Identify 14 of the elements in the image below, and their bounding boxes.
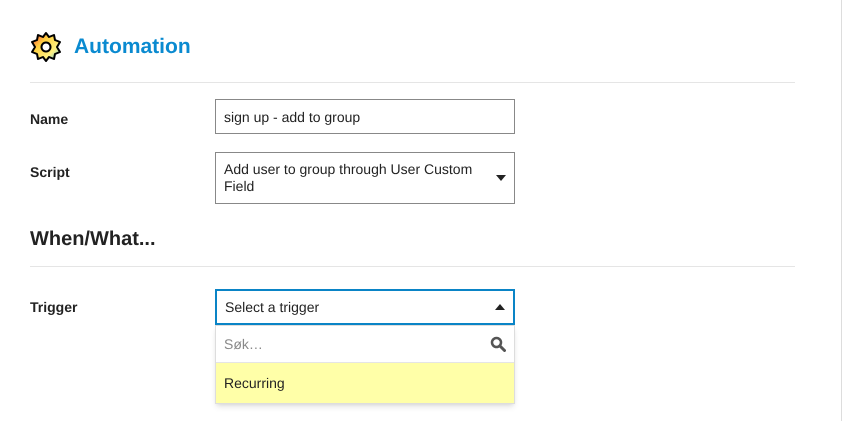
field-label: Name [30,110,70,129]
gear-icon [30,31,62,63]
page-title: Automation [74,34,191,60]
caret-icon [495,304,505,310]
section-title: When/What... [30,227,157,252]
trigger-select[interactable]: Select a trigger [215,289,515,325]
name-field[interactable]: sign up - add to group [215,99,515,134]
search-field[interactable]: Søk… [224,334,490,354]
field-label: Trigger [30,298,78,317]
search-icon [490,336,506,352]
script-select[interactable]: Add user to group through User Custom Field [215,152,515,204]
field-label: Script [30,163,71,182]
dropdown-option[interactable]: Recurring [216,363,514,403]
caret-icon [496,175,506,181]
